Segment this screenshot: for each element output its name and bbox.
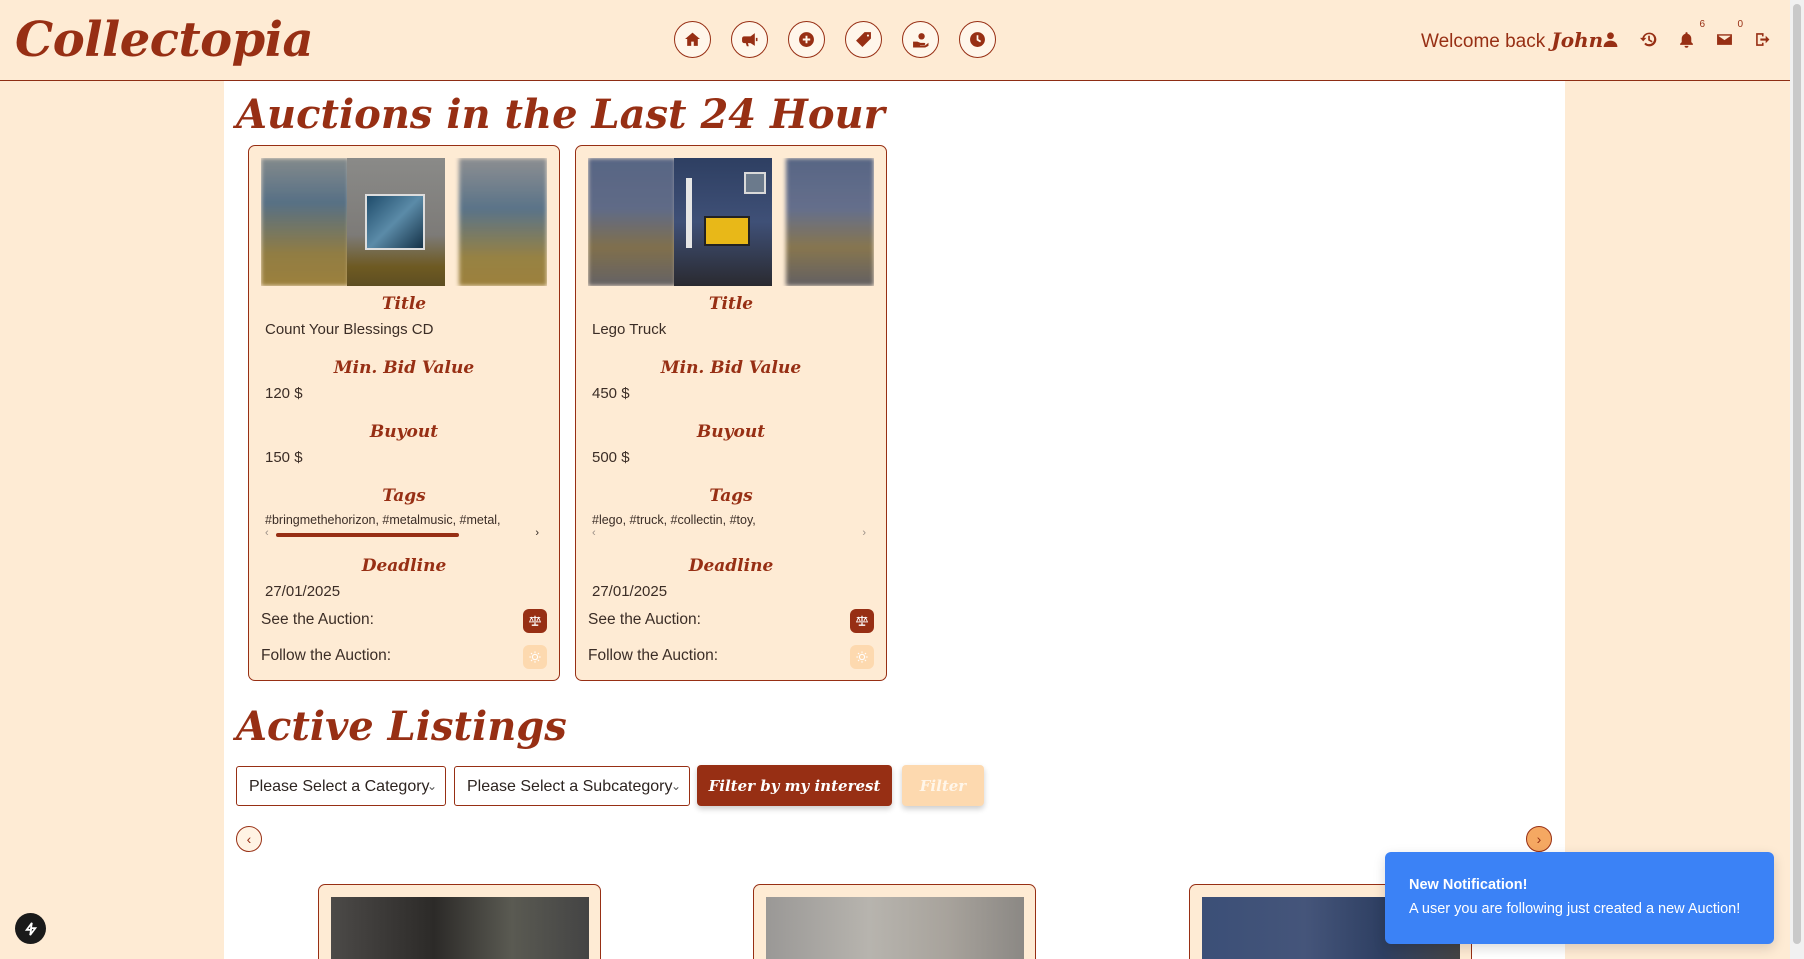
plus-circle-icon[interactable] — [788, 21, 825, 58]
toast-title: New Notification! — [1409, 877, 1528, 893]
cd-photo — [347, 158, 445, 286]
top-navbar: Collectopia Welcome back John 6 0 — [0, 0, 1790, 81]
chevron-down-icon: ⌄ — [426, 779, 437, 793]
auction-image[interactable] — [588, 158, 874, 286]
subcategory-select-value: Please Select a Subcategory — [467, 778, 673, 795]
carousel-prev-button[interactable]: ‹ — [236, 826, 262, 852]
tags-label: Tags — [709, 486, 753, 506]
carousel-next-button[interactable]: › — [1526, 826, 1552, 852]
min-bid-label: Min. Bid Value — [333, 358, 475, 378]
follow-auction-label: Follow the Auction: — [588, 647, 719, 664]
listing-card[interactable] — [318, 884, 601, 959]
tag-icon[interactable] — [845, 21, 882, 58]
see-auction-label: See the Auction: — [261, 611, 374, 628]
active-listings-title: Active Listings — [236, 703, 567, 750]
auction-title: Count Your Blessings CD — [265, 321, 434, 338]
notifications-badge: 6 — [1699, 19, 1705, 30]
deadline-value: 27/01/2025 — [592, 583, 668, 600]
image-blur-right — [786, 158, 874, 286]
deadline-label: Deadline — [688, 556, 774, 576]
deadline-label: Deadline — [361, 556, 447, 576]
buyout-value: 500 $ — [592, 449, 630, 466]
image-blur-left — [588, 158, 676, 286]
lightning-icon[interactable] — [15, 913, 46, 944]
notification-toast[interactable]: New Notification! A user you are followi… — [1385, 852, 1774, 944]
see-auction-label: See the Auction: — [588, 611, 701, 628]
tags-list: #lego, #truck, #collectin, #toy, — [592, 513, 756, 527]
toast-message: A user you are following just created a … — [1409, 901, 1741, 917]
tags-scrollbar[interactable]: ‹ › — [265, 527, 539, 540]
scroll-right-icon[interactable]: › — [535, 527, 539, 539]
title-label: Title — [708, 294, 754, 314]
clock-coin-icon[interactable] — [959, 21, 996, 58]
main-nav — [674, 21, 996, 58]
tags-scroll-thumb[interactable] — [276, 533, 459, 537]
tags-label: Tags — [382, 486, 426, 506]
welcome-message: Welcome back John — [1421, 28, 1603, 53]
buyout-label: Buyout — [369, 422, 439, 442]
welcome-text: Welcome back — [1421, 31, 1546, 52]
scrollbar-thumb[interactable] — [1793, 4, 1801, 944]
listing-card[interactable] — [753, 884, 1036, 959]
megaphone-icon[interactable] — [731, 21, 768, 58]
filter-button[interactable]: Filter — [902, 765, 984, 806]
auction-title: Lego Truck — [592, 321, 667, 338]
buyout-label: Buyout — [696, 422, 766, 442]
home-icon[interactable] — [674, 21, 711, 58]
scroll-left-icon[interactable]: ‹ — [265, 527, 269, 539]
recent-auctions-title: Auctions in the Last 24 Hour — [236, 91, 885, 138]
buyout-value: 150 $ — [265, 449, 303, 466]
follow-auction-label: Follow the Auction: — [261, 647, 392, 664]
subcategory-select[interactable]: Please Select a Subcategory ⌄ — [454, 766, 690, 806]
scale-icon[interactable] — [850, 609, 874, 633]
image-blur-right — [459, 158, 547, 286]
deadline-value: 27/01/2025 — [265, 583, 341, 600]
scroll-left-icon[interactable]: ‹ — [592, 527, 596, 539]
lego-truck-photo — [674, 158, 772, 286]
listing-image — [766, 897, 1024, 959]
auction-image[interactable] — [261, 158, 547, 286]
title-label: Title — [381, 294, 427, 314]
page-scrollbar[interactable] — [1790, 0, 1804, 959]
hand-coin-icon[interactable] — [902, 21, 939, 58]
auction-card: Title Count Your Blessings CD Min. Bid V… — [248, 145, 560, 681]
tags-scrollbar[interactable]: ‹ › — [592, 527, 866, 540]
messages-badge: 0 — [1737, 19, 1743, 30]
notifications-icon[interactable]: 6 — [1677, 19, 1705, 49]
user-actions: 6 0 — [1601, 19, 1772, 49]
filter-by-interest-button[interactable]: Filter by my interest — [697, 765, 892, 806]
scale-icon[interactable] — [523, 609, 547, 633]
app-logo[interactable]: Collectopia — [15, 12, 314, 68]
user-name: John — [1551, 28, 1604, 52]
category-select[interactable]: Please Select a Category ⌄ — [236, 766, 446, 806]
history-icon[interactable] — [1639, 30, 1658, 49]
min-bid-value: 450 $ — [592, 385, 630, 402]
chevron-down-icon: ⌄ — [670, 779, 681, 793]
messages-icon[interactable]: 0 — [1715, 19, 1743, 49]
auction-card: Title Lego Truck Min. Bid Value 450 $ Bu… — [575, 145, 887, 681]
follow-bulb-icon[interactable] — [850, 645, 874, 669]
min-bid-label: Min. Bid Value — [660, 358, 802, 378]
listing-image — [331, 897, 589, 959]
scroll-right-icon[interactable]: › — [862, 527, 866, 539]
min-bid-value: 120 $ — [265, 385, 303, 402]
main-content: Auctions in the Last 24 Hour Title Count… — [224, 81, 1565, 959]
image-blur-left — [261, 158, 349, 286]
logout-icon[interactable] — [1753, 30, 1772, 49]
tags-list: #bringmethehorizon, #metalmusic, #metal, — [265, 513, 501, 527]
profile-icon[interactable] — [1601, 30, 1620, 49]
follow-bulb-icon[interactable] — [523, 645, 547, 669]
category-select-value: Please Select a Category — [249, 778, 430, 795]
